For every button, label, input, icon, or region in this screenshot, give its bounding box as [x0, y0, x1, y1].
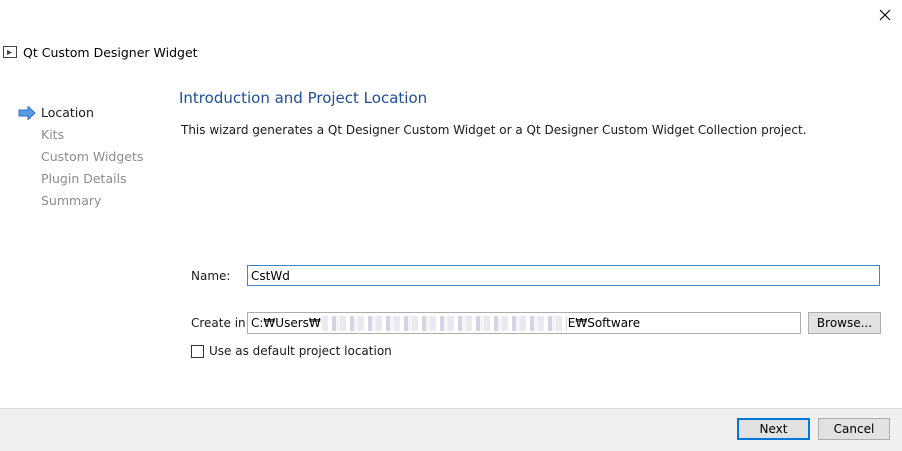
page-description: This wizard generates a Qt Designer Cust… — [181, 123, 807, 137]
create-in-label: Create in: — [191, 316, 250, 330]
create-in-path-end: E₩Software — [567, 316, 641, 330]
step-kits: Kits — [41, 127, 65, 142]
close-icon — [879, 9, 891, 21]
redacted-path-segment — [321, 315, 567, 331]
current-step-arrow-icon — [18, 106, 36, 120]
page-heading: Introduction and Project Location — [179, 89, 428, 107]
window-title: Qt Custom Designer Widget — [23, 45, 198, 60]
close-button[interactable] — [868, 0, 902, 30]
browse-button[interactable]: Browse... — [808, 312, 881, 334]
next-button[interactable]: Next — [737, 418, 810, 440]
create-in-path-start: C:₩Users₩ — [251, 316, 321, 330]
step-summary: Summary — [41, 193, 102, 208]
window-icon — [3, 46, 17, 58]
step-plugin-details: Plugin Details — [41, 171, 127, 186]
name-label: Name: — [191, 269, 231, 283]
create-in-input[interactable]: C:₩Users₩ E₩Software — [247, 312, 801, 334]
default-location-checkbox[interactable] — [191, 345, 204, 358]
step-location: Location — [41, 105, 94, 120]
step-custom-widgets: Custom Widgets — [41, 149, 144, 164]
name-input[interactable] — [247, 265, 880, 286]
cancel-button[interactable]: Cancel — [818, 418, 890, 440]
default-location-label: Use as default project location — [209, 344, 392, 358]
